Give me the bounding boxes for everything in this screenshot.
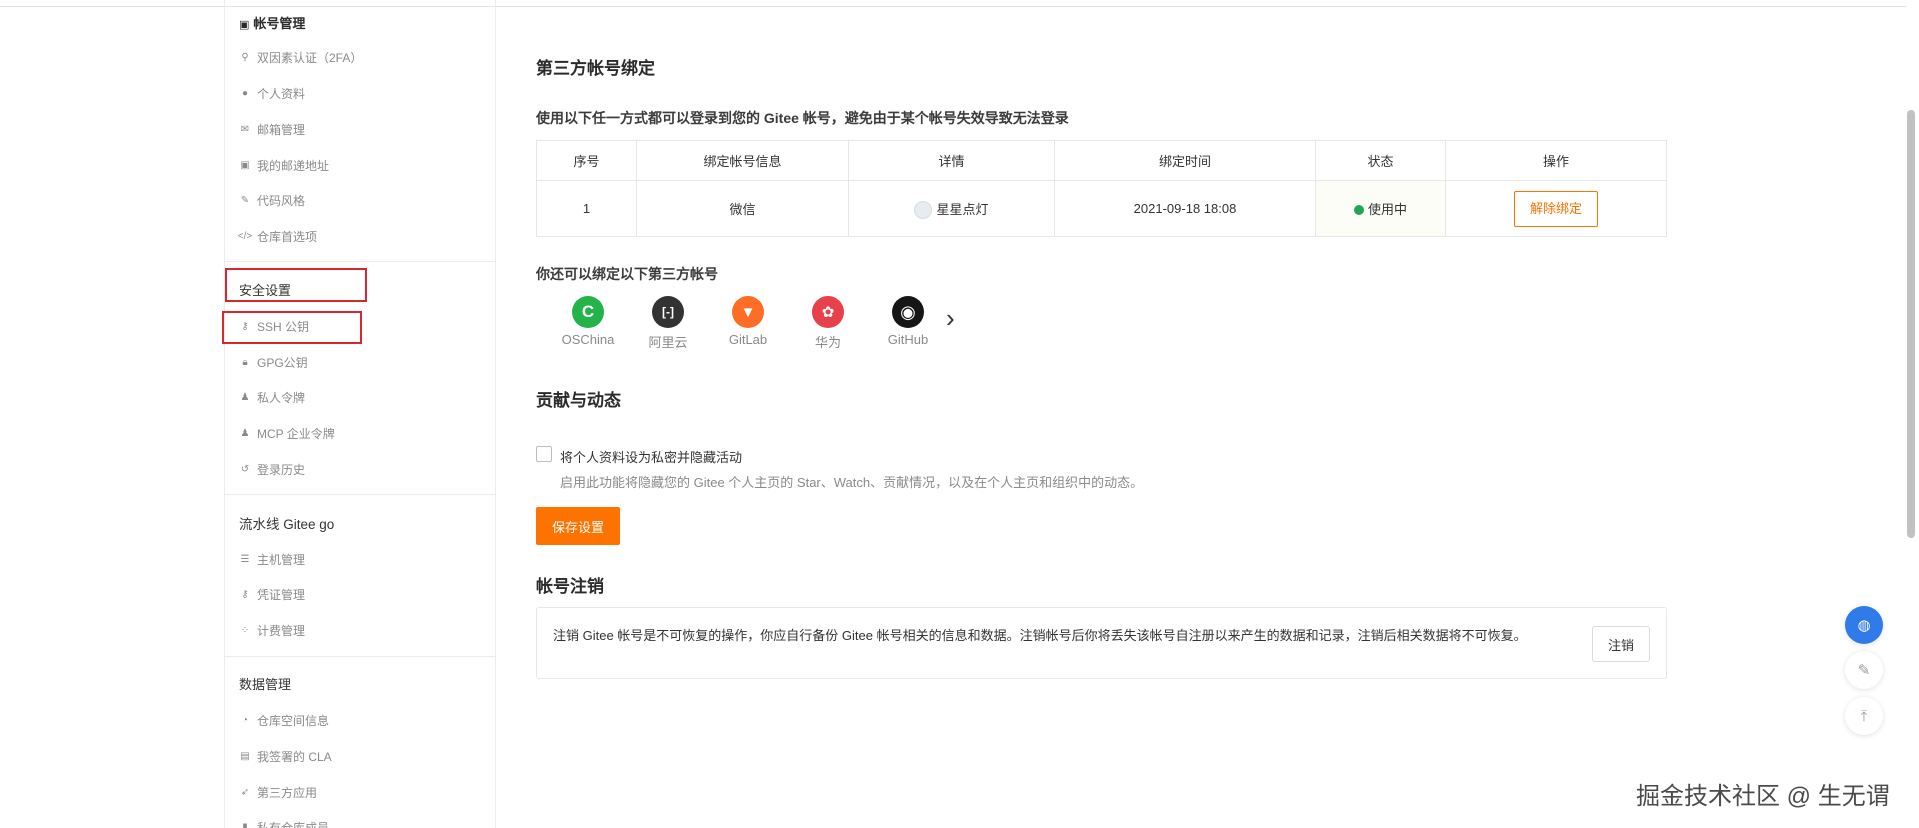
sidebar-item-email[interactable]: ✉ 邮箱管理 bbox=[239, 120, 305, 138]
pie-icon: ◔ bbox=[241, 714, 249, 726]
watermark: 掘金技术社区 @ 生无谓 bbox=[1636, 783, 1890, 810]
id-card-icon: ▣ bbox=[239, 19, 250, 31]
aliyun-icon: [-] bbox=[652, 296, 684, 328]
key-icon: ⚷ bbox=[241, 588, 249, 600]
highlight-box-ssh bbox=[222, 311, 362, 344]
address-card-icon: ▣ bbox=[240, 159, 250, 171]
cell-status: 使用中 bbox=[1315, 180, 1446, 237]
col-account: 绑定帐号信息 bbox=[636, 140, 849, 181]
mail-icon: ✉ bbox=[240, 123, 250, 135]
col-action: 操作 bbox=[1445, 140, 1667, 181]
sidebar-item-storage[interactable]: ◔ 仓库空间信息 bbox=[239, 711, 329, 729]
sidebar-item-gpg-keys[interactable]: 🔒︎ GPG公钥 bbox=[239, 353, 307, 371]
cell-account: 微信 bbox=[636, 180, 849, 237]
sidebar-item-credentials[interactable]: ⚷ 凭证管理 bbox=[239, 585, 305, 603]
token-icon: ♟ bbox=[240, 391, 250, 403]
section-account: ▣ 帐号管理 bbox=[239, 16, 306, 31]
section-pipeline: 流水线 Gitee go bbox=[239, 517, 335, 532]
user-key-icon: ⚲ bbox=[241, 51, 249, 63]
back-to-top-icon[interactable]: ⤒ bbox=[1845, 697, 1883, 735]
col-detail: 详情 bbox=[848, 140, 1055, 181]
cancel-account-button[interactable]: 注销 bbox=[1592, 626, 1650, 662]
contrib-title: 贡献与动态 bbox=[536, 391, 621, 410]
sidebar-item-billing[interactable]: ⁘ 计费管理 bbox=[239, 621, 305, 639]
settings-sidebar: ▣ 帐号管理 ⚲ 双因素认证（2FA） ● 个人资料 ✉ 邮箱管理 ▣ 我的邮递地址 ✎ 代… bbox=[222, 0, 496, 828]
table-header-row: 序号 绑定帐号信息 详情 绑定时间 状态 操作 bbox=[536, 140, 1667, 181]
provider-list: C OSChina [-] 阿里云 ▼ GitLab ✿ 华为 ◉ GitHub bbox=[548, 296, 948, 351]
sidebar-item-code-style[interactable]: ✎ 代码风格 bbox=[239, 191, 305, 209]
assistant-icon[interactable]: ◍ bbox=[1845, 606, 1883, 644]
feedback-edit-icon[interactable]: ✎ bbox=[1845, 651, 1883, 689]
sidebar-divider bbox=[225, 494, 495, 495]
token-icon: ♟ bbox=[240, 427, 250, 439]
highlight-box-security bbox=[225, 268, 367, 302]
history-icon: ↺ bbox=[240, 463, 250, 475]
code-icon: </> bbox=[237, 230, 253, 242]
binding-title: 第三方帐号绑定 bbox=[536, 59, 655, 78]
cell-time: 2021-09-18 18:08 bbox=[1054, 180, 1316, 237]
provider-gitlab[interactable]: ▼ GitLab bbox=[708, 296, 788, 351]
billing-icon: ⁘ bbox=[240, 624, 250, 636]
provider-aliyun[interactable]: [-] 阿里云 bbox=[628, 296, 708, 351]
col-time: 绑定时间 bbox=[1054, 140, 1316, 181]
document-icon: ▤ bbox=[240, 750, 250, 762]
gitlab-icon: ▼ bbox=[732, 296, 764, 328]
list-icon: ☰ bbox=[240, 553, 250, 565]
binding-subtitle: 使用以下任一方式都可以登录到您的 Gitee 帐号，避免由于某个帐号失效导致无法… bbox=[536, 110, 1069, 126]
sidebar-item-third-party-apps[interactable]: ➶ 第三方应用 bbox=[239, 783, 317, 801]
sidebar-divider bbox=[225, 656, 495, 657]
status-badge: 使用中 bbox=[1367, 202, 1407, 217]
provider-oschina[interactable]: C OSChina bbox=[548, 296, 628, 351]
huawei-icon: ✿ bbox=[812, 296, 844, 328]
section-data: 数据管理 bbox=[239, 677, 292, 692]
table-row: 1 微信 星星点灯 2021-09-18 18:08 使用中 解除绑定 bbox=[536, 180, 1667, 237]
sidebar-item-login-history[interactable]: ↺ 登录历史 bbox=[239, 460, 305, 478]
status-dot-icon bbox=[1353, 205, 1364, 215]
unbind-button[interactable]: 解除绑定 bbox=[1514, 190, 1598, 227]
sidebar-item-address[interactable]: ▣ 我的邮递地址 bbox=[239, 156, 329, 174]
bound-accounts-table: 序号 绑定帐号信息 详情 绑定时间 状态 操作 1 微信 星星点灯 2021-0… bbox=[536, 140, 1667, 237]
user-icon: ● bbox=[241, 87, 249, 99]
lock-icon: 🔒︎ bbox=[242, 356, 248, 368]
sidebar-item-2fa[interactable]: ⚲ 双因素认证（2FA） bbox=[239, 48, 362, 66]
privacy-label: 将个人资料设为私密并隐藏活动 bbox=[560, 450, 743, 465]
provider-huawei[interactable]: ✿ 华为 bbox=[788, 296, 868, 351]
cancel-account-panel: 注销 Gitee 帐号是不可恢复的操作，你应自行备份 Gitee 帐号相关的信息… bbox=[536, 607, 1667, 679]
chevron-right-icon[interactable]: › bbox=[946, 303, 955, 334]
cancel-account-title: 帐号注销 bbox=[536, 577, 604, 596]
sidebar-item-mcp-tokens[interactable]: ♟ MCP 企业令牌 bbox=[239, 424, 335, 442]
sidebar-item-repo-prefs[interactable]: </> 仓库首选项 bbox=[237, 227, 317, 245]
sidebar-item-cla[interactable]: ▤ 我签署的 CLA bbox=[239, 747, 331, 765]
cell-action: 解除绑定 bbox=[1445, 180, 1667, 237]
provider-github[interactable]: ◉ GitHub bbox=[868, 296, 948, 351]
sidebar-item-tokens[interactable]: ♟ 私人令牌 bbox=[239, 388, 306, 406]
cancel-account-text: 注销 Gitee 帐号是不可恢复的操作，你应自行备份 Gitee 帐号相关的信息… bbox=[553, 628, 1527, 643]
privacy-description: 启用此功能将隐藏您的 Gitee 个人主页的 Star、Watch、贡献情况，以… bbox=[560, 475, 1144, 490]
scrollbar-thumb[interactable] bbox=[1907, 110, 1915, 538]
sidebar-item-hosts[interactable]: ☰ 主机管理 bbox=[239, 550, 306, 568]
avatar bbox=[914, 200, 933, 219]
github-icon: ◉ bbox=[892, 296, 924, 328]
sidebar-item-profile[interactable]: ● 个人资料 bbox=[239, 84, 305, 102]
more-providers-title: 你还可以绑定以下第三方帐号 bbox=[536, 266, 718, 282]
cell-detail: 星星点灯 bbox=[848, 180, 1055, 237]
brush-icon: ✎ bbox=[240, 194, 250, 206]
oschina-icon: C bbox=[572, 296, 604, 328]
rocket-icon: ➶ bbox=[240, 786, 250, 798]
save-settings-button[interactable]: 保存设置 bbox=[536, 507, 620, 545]
privacy-checkbox[interactable] bbox=[536, 446, 552, 462]
cell-index: 1 bbox=[536, 180, 637, 237]
sidebar-item-private-members[interactable]: ▮ 私有仓库成员 bbox=[239, 818, 329, 828]
col-status: 状态 bbox=[1315, 140, 1446, 181]
main-content: 第三方帐号绑定 使用以下任一方式都可以登录到您的 Gitee 帐号，避免由于某个… bbox=[536, 0, 1667, 828]
sidebar-divider bbox=[225, 261, 495, 262]
col-index: 序号 bbox=[536, 140, 637, 181]
members-icon: ▮ bbox=[242, 821, 248, 828]
